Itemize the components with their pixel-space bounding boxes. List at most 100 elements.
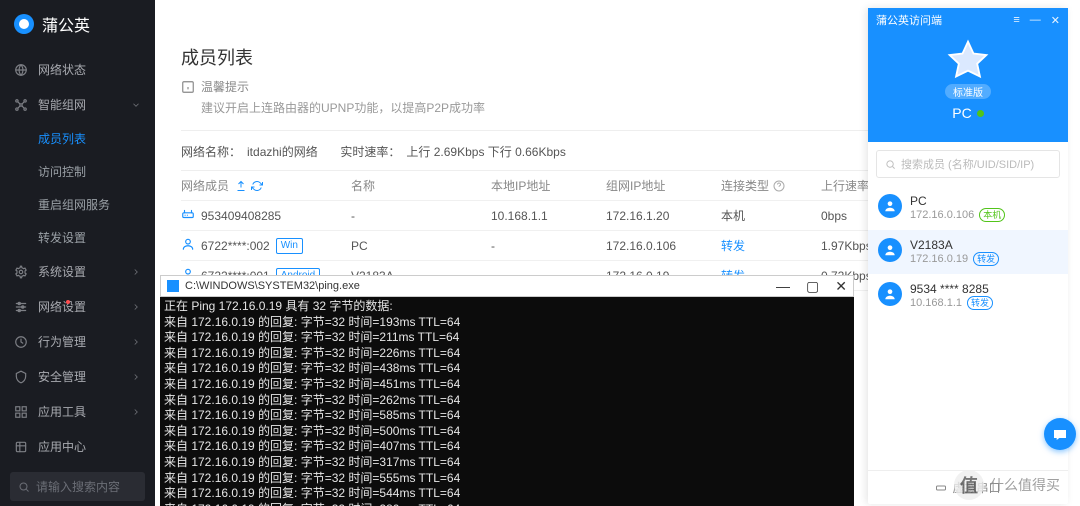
sidebar-item-label: 应用中心: [38, 438, 86, 455]
nav: 网络状态智能组网成员列表访问控制重启组网服务转发设置系统设置网络设置行为管理安全…: [0, 48, 155, 464]
sidebar-item-label: 应用工具: [38, 403, 86, 420]
terminal-line: 来自 172.16.0.19 的回复: 字节=32 时间=280ms TTL=6…: [164, 502, 850, 506]
client-member[interactable]: 9534 **** 8285 10.168.1.1 转发: [868, 274, 1068, 318]
avatar-icon: [878, 194, 902, 218]
brand: 蒲公英: [0, 0, 155, 48]
terminal-line: 来自 172.16.0.19 的回复: 字节=32 时间=451ms TTL=6…: [164, 377, 850, 393]
terminal-titlebar[interactable]: C:\WINDOWS\SYSTEM32\ping.exe — ▢ ✕: [160, 275, 854, 297]
sidebar-item-1[interactable]: 智能组网: [0, 87, 155, 122]
online-dot-icon: [977, 110, 984, 117]
float-button[interactable]: [1044, 418, 1076, 450]
close-button[interactable]: ✕: [835, 278, 847, 295]
rate-label: 实时速率：: [340, 145, 400, 159]
row-local: 10.168.1.1: [491, 209, 606, 223]
client-member[interactable]: PC 172.16.0.106本机: [868, 186, 1068, 230]
sidebar-item-5[interactable]: 安全管理: [0, 359, 155, 394]
row-net: 172.16.0.106: [606, 239, 721, 253]
member-tag: 本机: [979, 208, 1005, 222]
sidebar-item-4[interactable]: 行为管理: [0, 324, 155, 359]
terminal-body[interactable]: 正在 Ping 172.16.0.19 具有 32 字节的数据:来自 172.1…: [160, 297, 854, 506]
client-member[interactable]: V2183A 172.16.0.19转发: [868, 230, 1068, 274]
avatar-icon: [878, 238, 902, 262]
sidebar-item-label: 安全管理: [38, 368, 86, 385]
sidebar-search-placeholder: 请输入搜索内容: [36, 478, 120, 495]
member-tag: 转发: [973, 252, 999, 266]
sidebar-item-3[interactable]: 网络设置: [0, 289, 155, 324]
row-conn[interactable]: 转发: [721, 237, 745, 254]
terminal-line: 来自 172.16.0.19 的回复: 字节=32 时间=407ms TTL=6…: [164, 439, 850, 455]
sidebar-subitem-1-2[interactable]: 重启组网服务: [38, 188, 155, 221]
member-name: 9534 **** 8285: [910, 282, 993, 296]
terminal-line: 来自 172.16.0.19 的回复: 字节=32 时间=438ms TTL=6…: [164, 361, 850, 377]
client-footer-label: 虚拟串口: [952, 479, 1000, 496]
chevron-right-icon: [131, 267, 141, 277]
sidebar-subitem-1-1[interactable]: 访问控制: [38, 155, 155, 188]
row-name: -: [351, 209, 491, 223]
sidebar-item-0[interactable]: 网络状态: [0, 52, 155, 87]
terminal-line: 来自 172.16.0.19 的回复: 字节=32 时间=500ms TTL=6…: [164, 424, 850, 440]
hdr-net: 组网IP地址: [606, 177, 721, 194]
client-minimize-button[interactable]: —: [1030, 14, 1041, 27]
member-tag: 转发: [967, 296, 993, 310]
terminal-line: 来自 172.16.0.19 的回复: 字节=32 时间=211ms TTL=6…: [164, 330, 850, 346]
member-name: V2183A: [910, 238, 999, 252]
serial-icon: [935, 482, 947, 494]
sidebar-item-6[interactable]: 应用工具: [0, 394, 155, 429]
terminal-window: C:\WINDOWS\SYSTEM32\ping.exe — ▢ ✕ 正在 Pi…: [160, 275, 854, 506]
terminal-line: 来自 172.16.0.19 的回复: 字节=32 时间=193ms TTL=6…: [164, 315, 850, 331]
chat-icon: [1052, 426, 1068, 442]
client-search[interactable]: 搜索成员 (名称/UID/SID/IP): [876, 150, 1060, 178]
refresh-icon[interactable]: [251, 180, 263, 192]
star-icon: [946, 38, 990, 82]
chevron-right-icon: [131, 302, 141, 312]
row-local: -: [491, 239, 606, 253]
client-header: 蒲公英访问端 ≡ — ✕ 标准版 PC: [868, 8, 1068, 142]
row-name: PC: [351, 239, 491, 253]
help-icon[interactable]: [773, 180, 785, 192]
terminal-line: 来自 172.16.0.19 的回复: 字节=32 时间=544ms TTL=6…: [164, 486, 850, 502]
sidebar-subitem-1-3[interactable]: 转发设置: [38, 221, 155, 254]
client-search-placeholder: 搜索成员 (名称/UID/SID/IP): [901, 156, 1034, 172]
info-icon: [181, 80, 195, 94]
os-badge: Win: [276, 238, 303, 254]
client-close-button[interactable]: ✕: [1051, 14, 1060, 27]
net-name-label: 网络名称：: [181, 145, 241, 159]
sidebar-item-7[interactable]: 应用中心: [0, 429, 155, 464]
hdr-name: 名称: [351, 177, 491, 194]
member-ip: 10.168.1.1: [910, 297, 962, 309]
sidebar-item-label: 系统设置: [38, 263, 86, 280]
terminal-title: C:\WINDOWS\SYSTEM32\ping.exe: [185, 280, 360, 292]
edition-badge: 标准版: [945, 84, 991, 99]
maximize-button[interactable]: ▢: [806, 278, 819, 295]
client-title: 蒲公英访问端: [876, 12, 942, 28]
net-name: itdazhi的网络: [247, 145, 318, 159]
sidebar-subitem-1-0[interactable]: 成员列表: [38, 122, 155, 155]
export-icon[interactable]: [235, 180, 247, 192]
hdr-local: 本地IP地址: [491, 177, 606, 194]
row-net: 172.16.1.20: [606, 209, 721, 223]
terminal-icon: [167, 280, 179, 292]
terminal-line: 来自 172.16.0.19 的回复: 字节=32 时间=262ms TTL=6…: [164, 393, 850, 409]
sidebar: 蒲公英 网络状态智能组网成员列表访问控制重启组网服务转发设置系统设置网络设置行为…: [0, 0, 155, 506]
minimize-button[interactable]: —: [776, 278, 790, 295]
terminal-line: 来自 172.16.0.19 的回复: 字节=32 时间=226ms TTL=6…: [164, 346, 850, 362]
terminal-line: 来自 172.16.0.19 的回复: 字节=32 时间=317ms TTL=6…: [164, 455, 850, 471]
client-device: PC: [952, 105, 983, 121]
sidebar-item-2[interactable]: 系统设置: [0, 254, 155, 289]
chevron-right-icon: [131, 337, 141, 347]
avatar-icon: [878, 282, 902, 306]
client-menu-button[interactable]: ≡: [1013, 14, 1019, 27]
sidebar-item-label: 智能组网: [38, 96, 86, 113]
terminal-line: 来自 172.16.0.19 的回复: 字节=32 时间=585ms TTL=6…: [164, 408, 850, 424]
member-name: PC: [910, 194, 1005, 208]
sidebar-search[interactable]: 请输入搜索内容: [10, 472, 145, 501]
client-footer[interactable]: 虚拟串口: [868, 470, 1068, 504]
client-titlebar[interactable]: 蒲公英访问端 ≡ — ✕: [868, 8, 1068, 32]
terminal-header-line: 正在 Ping 172.16.0.19 具有 32 字节的数据:: [164, 299, 850, 315]
router-icon: [181, 207, 195, 224]
sidebar-item-label: 网络状态: [38, 61, 86, 78]
search-icon: [18, 481, 30, 493]
chevron-right-icon: [131, 372, 141, 382]
chevron-right-icon: [131, 407, 141, 417]
brand-icon: [14, 14, 34, 34]
